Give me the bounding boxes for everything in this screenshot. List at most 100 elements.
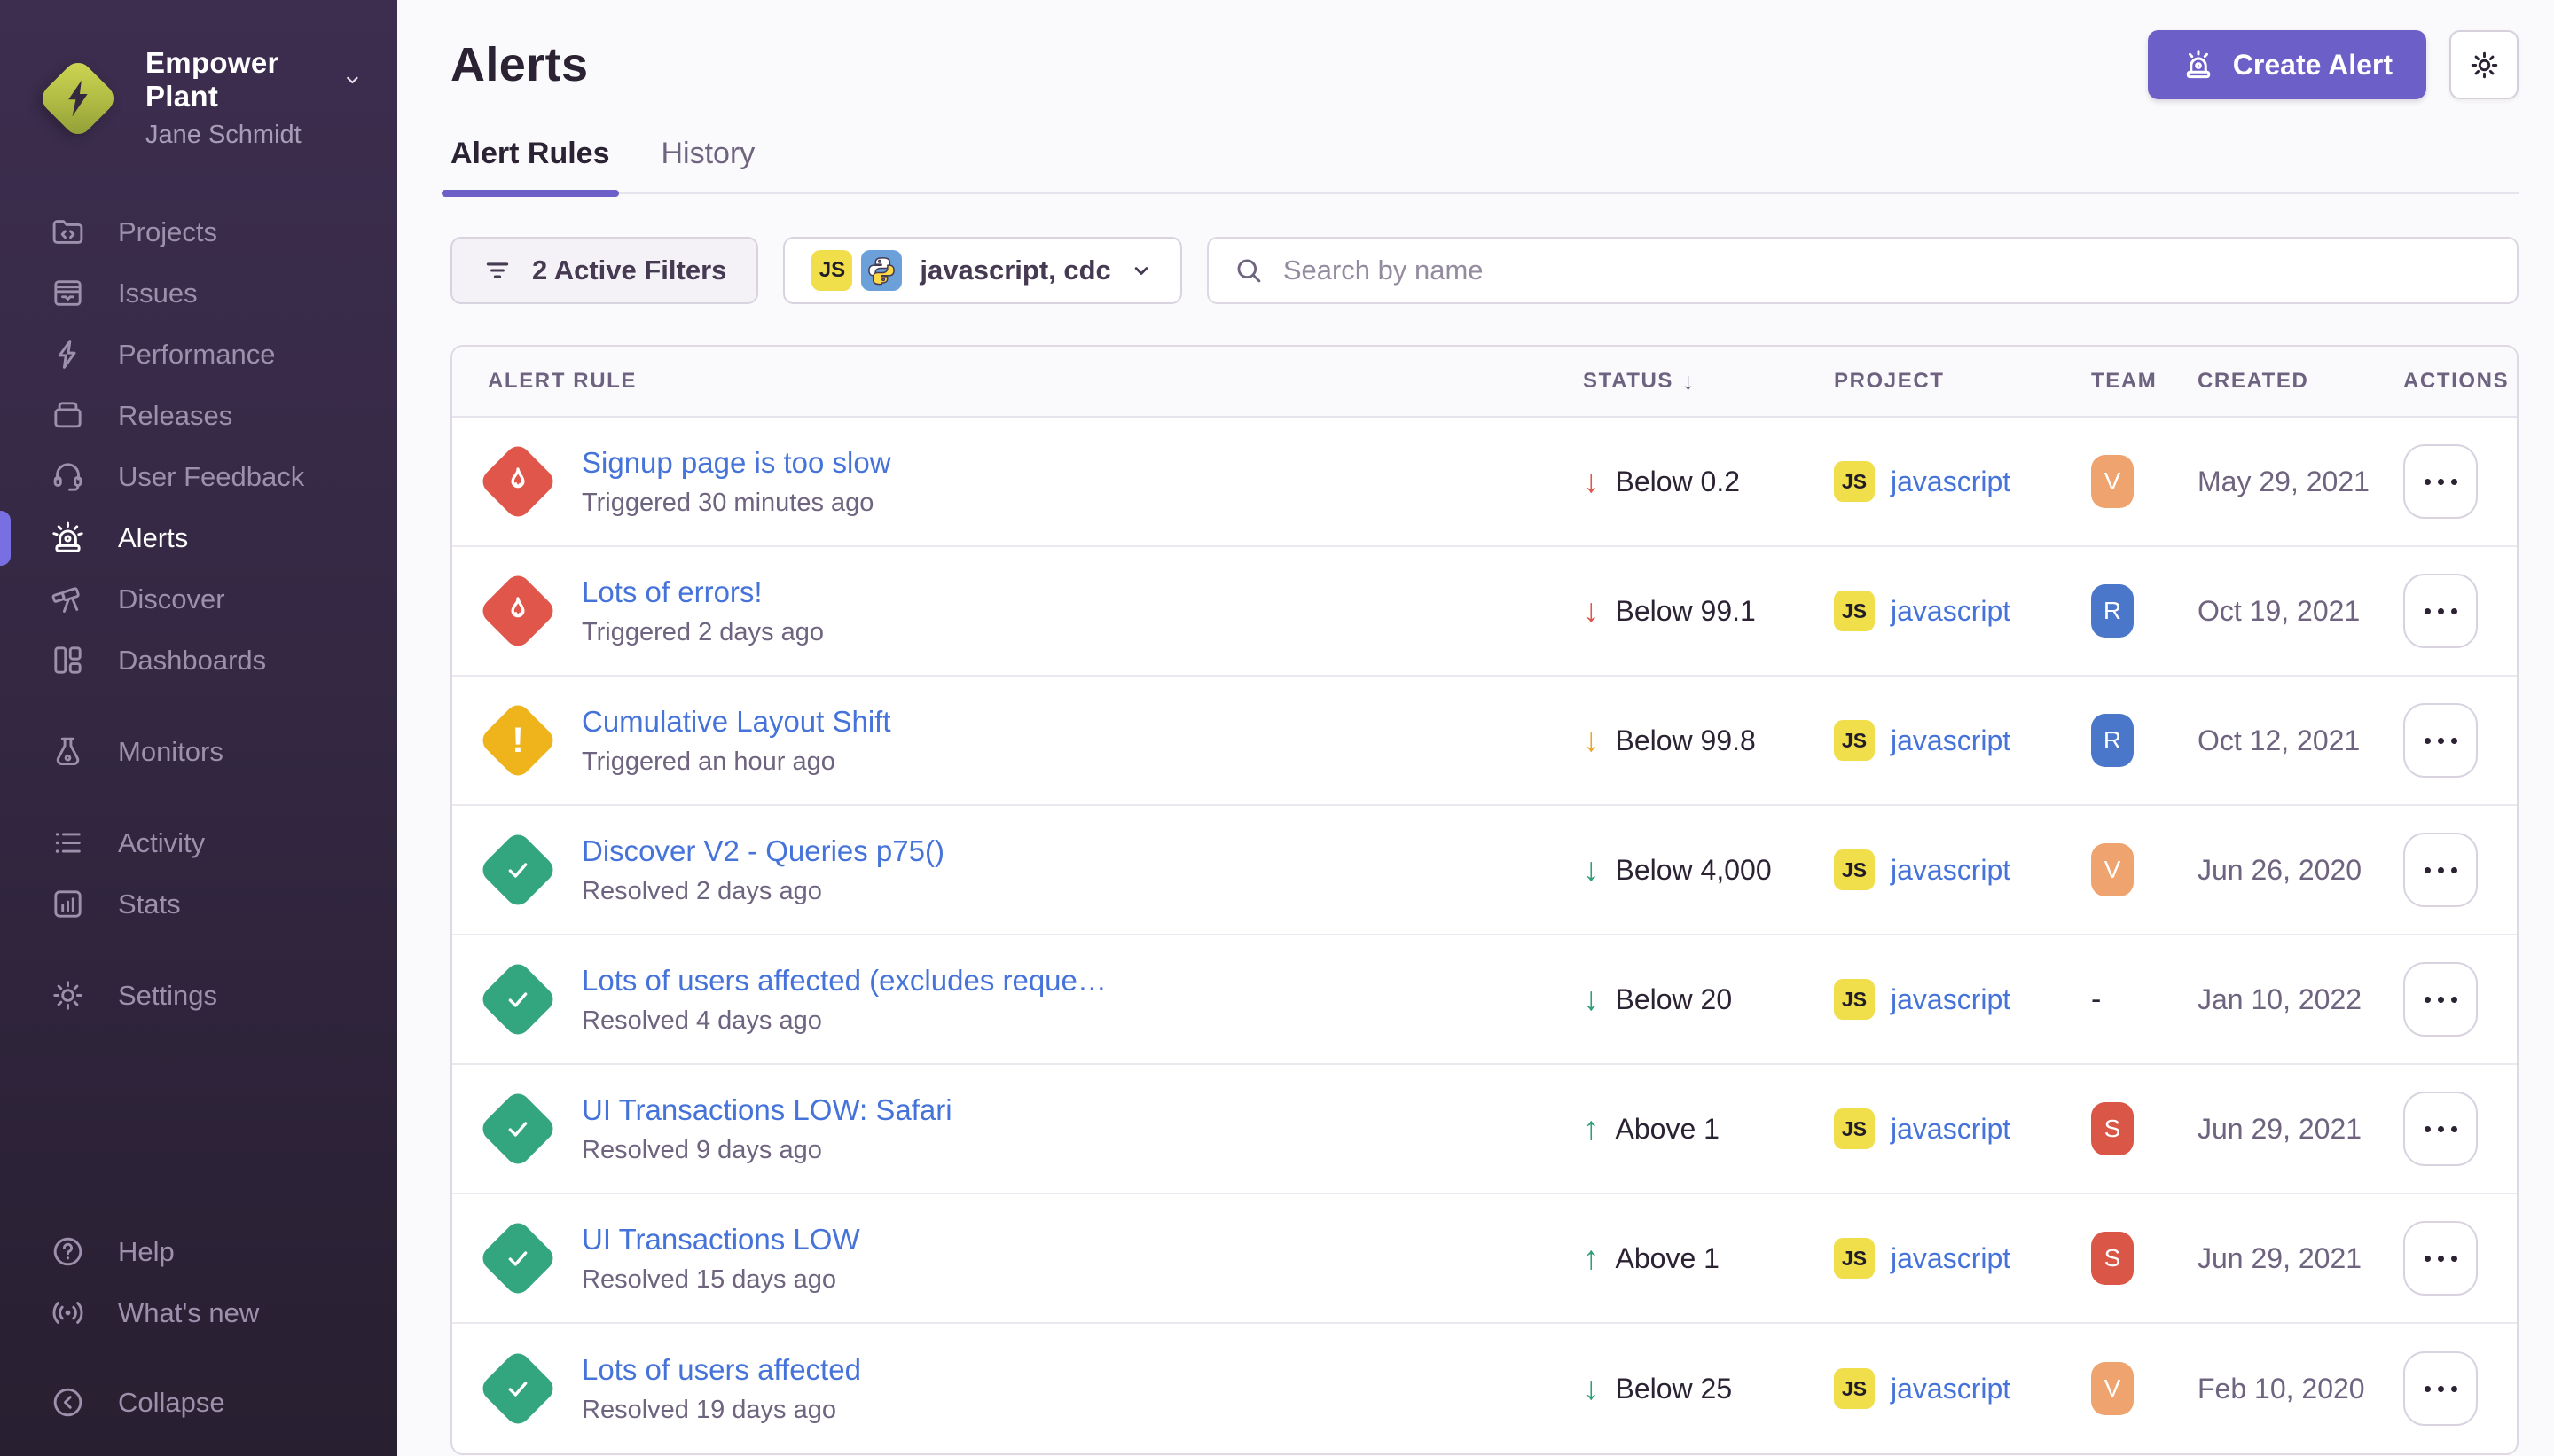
sidebar-item-whats-new[interactable]: What's new (0, 1282, 397, 1343)
sidebar-item-performance[interactable]: Performance (0, 324, 397, 385)
column-header-created[interactable]: CREATED (2198, 369, 2403, 394)
trend-down-icon: ↓ (1583, 1370, 1600, 1407)
org-switcher[interactable]: Empower Plant Jane Schmidt (0, 0, 397, 150)
trend-up-icon: ↑ (1583, 1110, 1600, 1147)
check-icon (500, 1241, 536, 1276)
alert-settings-button[interactable] (2449, 30, 2519, 99)
alert-rule-link[interactable]: Signup page is too slow (582, 446, 891, 480)
sidebar-item-dashboards[interactable]: Dashboards (0, 630, 397, 691)
check-icon (500, 1111, 536, 1147)
org-name: Empower Plant (145, 46, 331, 114)
project-link[interactable]: javascript (1891, 1113, 2010, 1146)
row-actions-button[interactable] (2403, 833, 2478, 907)
alert-rule-link[interactable]: Discover V2 - Queries p75() (582, 834, 944, 868)
status-threshold: Below 4,000 (1616, 854, 1772, 887)
sidebar: Empower Plant Jane Schmidt Projects Issu… (0, 0, 397, 1456)
search-icon (1234, 255, 1264, 286)
row-actions-button[interactable] (2403, 1351, 2478, 1426)
project-link[interactable]: javascript (1891, 466, 2010, 498)
column-header-project[interactable]: PROJECT (1834, 369, 2091, 394)
team-avatar: V (2091, 1362, 2134, 1415)
alert-rule-trigger-status: Triggered 2 days ago (582, 618, 824, 647)
row-actions-button[interactable] (2403, 1221, 2478, 1296)
row-actions-button[interactable] (2403, 444, 2478, 519)
status-threshold: Below 99.1 (1616, 595, 1756, 628)
row-actions-button[interactable] (2403, 962, 2478, 1037)
javascript-platform-icon: JS (1834, 1238, 1875, 1279)
sidebar-item-label: Activity (118, 827, 205, 859)
sidebar-item-issues[interactable]: Issues (0, 262, 397, 324)
search-bar (1207, 237, 2519, 304)
column-header-status[interactable]: STATUS↓ (1583, 368, 1834, 395)
alert-rule-row: UI Transactions LOWResolved 15 days ago … (452, 1194, 2517, 1324)
sidebar-item-releases[interactable]: Releases (0, 385, 397, 446)
project-link[interactable]: javascript (1891, 595, 2010, 628)
siren-icon (50, 520, 86, 556)
project-link[interactable]: javascript (1891, 724, 2010, 757)
critical-alert-icon (477, 570, 559, 652)
team-avatar: R (2091, 714, 2134, 767)
sidebar-item-user-feedback[interactable]: User Feedback (0, 446, 397, 507)
alert-rules-table: ALERT RULE STATUS↓ PROJECT TEAM CREATED … (450, 345, 2519, 1455)
javascript-platform-icon: JS (1834, 849, 1875, 890)
table-header-row: ALERT RULE STATUS↓ PROJECT TEAM CREATED … (452, 347, 2517, 418)
filter-lines-icon (482, 255, 513, 286)
alert-rule-link[interactable]: Lots of users affected (582, 1353, 861, 1387)
active-filters-button[interactable]: 2 Active Filters (450, 237, 758, 304)
sidebar-item-projects[interactable]: Projects (0, 201, 397, 262)
flask-icon (50, 733, 86, 770)
search-input[interactable] (1283, 254, 2492, 286)
resolved-alert-icon (477, 1088, 559, 1170)
python-platform-icon (861, 250, 902, 291)
sidebar-item-activity[interactable]: Activity (0, 812, 397, 873)
sidebar-nav: Projects Issues Performance Releases Use… (0, 201, 397, 1026)
alert-rule-row: Signup page is too slow Triggered 30 minu… (452, 418, 2517, 547)
project-link[interactable]: javascript (1891, 1373, 2010, 1405)
create-alert-button[interactable]: Create Alert (2148, 30, 2426, 99)
alert-rule-trigger-status: Triggered 30 minutes ago (582, 489, 891, 518)
alert-rule-link[interactable]: Cumulative Layout Shift (582, 705, 891, 739)
org-logo (37, 58, 119, 139)
project-link[interactable]: javascript (1891, 1242, 2010, 1275)
main-content: Alerts Create Alert Alert Rules History … (397, 0, 2554, 1456)
critical-alert-icon (477, 441, 559, 522)
alert-rule-row: UI Transactions LOW: SafariResolved 9 da… (452, 1065, 2517, 1194)
javascript-platform-icon: JS (1834, 720, 1875, 761)
alert-rule-link[interactable]: UI Transactions LOW (582, 1223, 860, 1256)
sidebar-footer: Help What's new Collapse (0, 1221, 397, 1456)
sidebar-item-discover[interactable]: Discover (0, 568, 397, 630)
alert-rule-row: ! Cumulative Layout ShiftTriggered an ho… (452, 677, 2517, 806)
alert-rule-link[interactable]: Lots of users affected (excludes reque… (582, 964, 1107, 998)
check-icon (500, 852, 536, 888)
status-threshold: Below 99.8 (1616, 724, 1756, 757)
team-avatar: R (2091, 584, 2134, 638)
sidebar-item-collapse[interactable]: Collapse (0, 1372, 397, 1433)
project-link[interactable]: javascript (1891, 983, 2010, 1016)
column-header-team[interactable]: TEAM (2091, 369, 2198, 394)
trend-down-icon: ↓ (1583, 722, 1600, 759)
tab-history[interactable]: History (662, 137, 756, 192)
sidebar-item-help[interactable]: Help (0, 1221, 397, 1282)
status-threshold: Below 0.2 (1616, 466, 1741, 498)
question-circle-icon (50, 1233, 86, 1270)
row-actions-button[interactable] (2403, 574, 2478, 648)
column-header-alert-rule[interactable]: ALERT RULE (452, 369, 1583, 394)
sidebar-item-stats[interactable]: Stats (0, 873, 397, 935)
project-filter-dropdown[interactable]: JS javascript, cdc (783, 237, 1181, 304)
alert-rule-row: Lots of users affected (excludes reque…R… (452, 935, 2517, 1065)
sidebar-item-label: Dashboards (118, 645, 266, 677)
sidebar-item-settings[interactable]: Settings (0, 965, 397, 1026)
row-actions-button[interactable] (2403, 1092, 2478, 1166)
project-link[interactable]: javascript (1891, 854, 2010, 887)
alert-rule-link[interactable]: UI Transactions LOW: Safari (582, 1093, 952, 1127)
tab-alert-rules[interactable]: Alert Rules (450, 137, 610, 192)
column-header-label: STATUS (1583, 369, 1673, 394)
row-actions-button[interactable] (2403, 703, 2478, 778)
sidebar-item-monitors[interactable]: Monitors (0, 721, 397, 782)
sidebar-item-alerts[interactable]: Alerts (0, 507, 397, 568)
alert-rule-link[interactable]: Lots of errors! (582, 575, 824, 609)
chevron-down-icon (1129, 258, 1154, 283)
stack-icon (50, 275, 86, 311)
warning-alert-icon: ! (477, 700, 559, 781)
resolved-alert-icon (477, 959, 559, 1040)
